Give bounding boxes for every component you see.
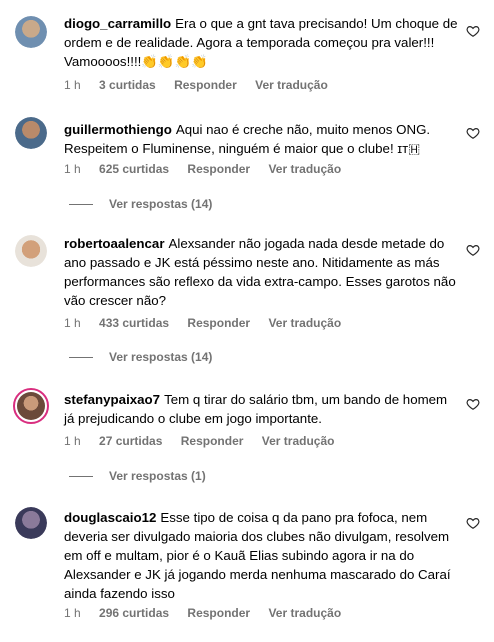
- view-replies-label[interactable]: Ver respostas (14): [109, 350, 212, 364]
- view-replies-button[interactable]: Ver respostas (14): [69, 197, 212, 211]
- translate-button[interactable]: Ver tradução: [268, 606, 341, 620]
- view-replies-label[interactable]: Ver respostas (14): [109, 197, 212, 211]
- heart-icon[interactable]: [466, 243, 480, 257]
- comment-username[interactable]: stefanypaixao7: [64, 392, 160, 407]
- like-count[interactable]: 296 curtidas: [99, 606, 169, 620]
- view-replies-label[interactable]: Ver respostas (1): [109, 469, 206, 483]
- avatar[interactable]: [15, 507, 47, 539]
- avatar[interactable]: [15, 16, 47, 48]
- translate-button[interactable]: Ver tradução: [268, 162, 341, 176]
- comment-meta: 1 h 296 curtidas Responder Ver tradução: [64, 606, 356, 620]
- like-count[interactable]: 625 curtidas: [99, 162, 169, 176]
- comment-time: 1 h: [64, 316, 81, 330]
- comment-meta: 1 h 3 curtidas Responder Ver tradução: [64, 78, 343, 92]
- avatar[interactable]: [15, 117, 47, 149]
- heart-icon[interactable]: [466, 516, 480, 530]
- like-count[interactable]: 433 curtidas: [99, 316, 169, 330]
- heart-icon[interactable]: [466, 24, 480, 38]
- translate-button[interactable]: Ver tradução: [255, 78, 328, 92]
- translate-button[interactable]: Ver tradução: [268, 316, 341, 330]
- reply-button[interactable]: Responder: [187, 316, 250, 330]
- like-count[interactable]: 27 curtidas: [99, 434, 162, 448]
- reply-button[interactable]: Responder: [187, 162, 250, 176]
- heart-icon[interactable]: [466, 397, 480, 411]
- avatar[interactable]: [13, 388, 49, 424]
- heart-icon[interactable]: [466, 126, 480, 140]
- comment-text: guillermothiengo Aqui nao é creche não, m…: [64, 120, 460, 158]
- comment-meta: 1 h 27 curtidas Responder Ver tradução: [64, 434, 349, 448]
- comment-time: 1 h: [64, 606, 81, 620]
- comment-text: diogo_carramillo Era o que a gnt tava pre…: [64, 14, 460, 71]
- comment-time: 1 h: [64, 434, 81, 448]
- comment-text: stefanypaixao7 Tem q tirar do salário tbm…: [64, 390, 460, 428]
- divider: [69, 204, 93, 206]
- comment-text: douglascaio12 Esse tipo de coisa q da pan…: [64, 508, 460, 603]
- view-replies-button[interactable]: Ver respostas (14): [69, 350, 212, 364]
- divider: [69, 476, 93, 478]
- comment-username[interactable]: diogo_carramillo: [64, 16, 171, 31]
- reply-button[interactable]: Responder: [174, 78, 237, 92]
- comment-username[interactable]: douglascaio12: [64, 510, 156, 525]
- comment-username[interactable]: robertoaalencar: [64, 236, 165, 251]
- divider: [69, 357, 93, 359]
- comment-username[interactable]: guillermothiengo: [64, 122, 172, 137]
- comment-text: robertoaalencar Alexsander não jogada nad…: [64, 234, 460, 310]
- comment-time: 1 h: [64, 162, 81, 176]
- comment-time: 1 h: [64, 78, 81, 92]
- avatar[interactable]: [15, 235, 47, 267]
- comment-meta: 1 h 433 curtidas Responder Ver tradução: [64, 316, 356, 330]
- reply-button[interactable]: Responder: [181, 434, 244, 448]
- like-count[interactable]: 3 curtidas: [99, 78, 156, 92]
- reply-button[interactable]: Responder: [187, 606, 250, 620]
- translate-button[interactable]: Ver tradução: [262, 434, 335, 448]
- view-replies-button[interactable]: Ver respostas (1): [69, 469, 206, 483]
- comment-meta: 1 h 625 curtidas Responder Ver tradução: [64, 162, 356, 176]
